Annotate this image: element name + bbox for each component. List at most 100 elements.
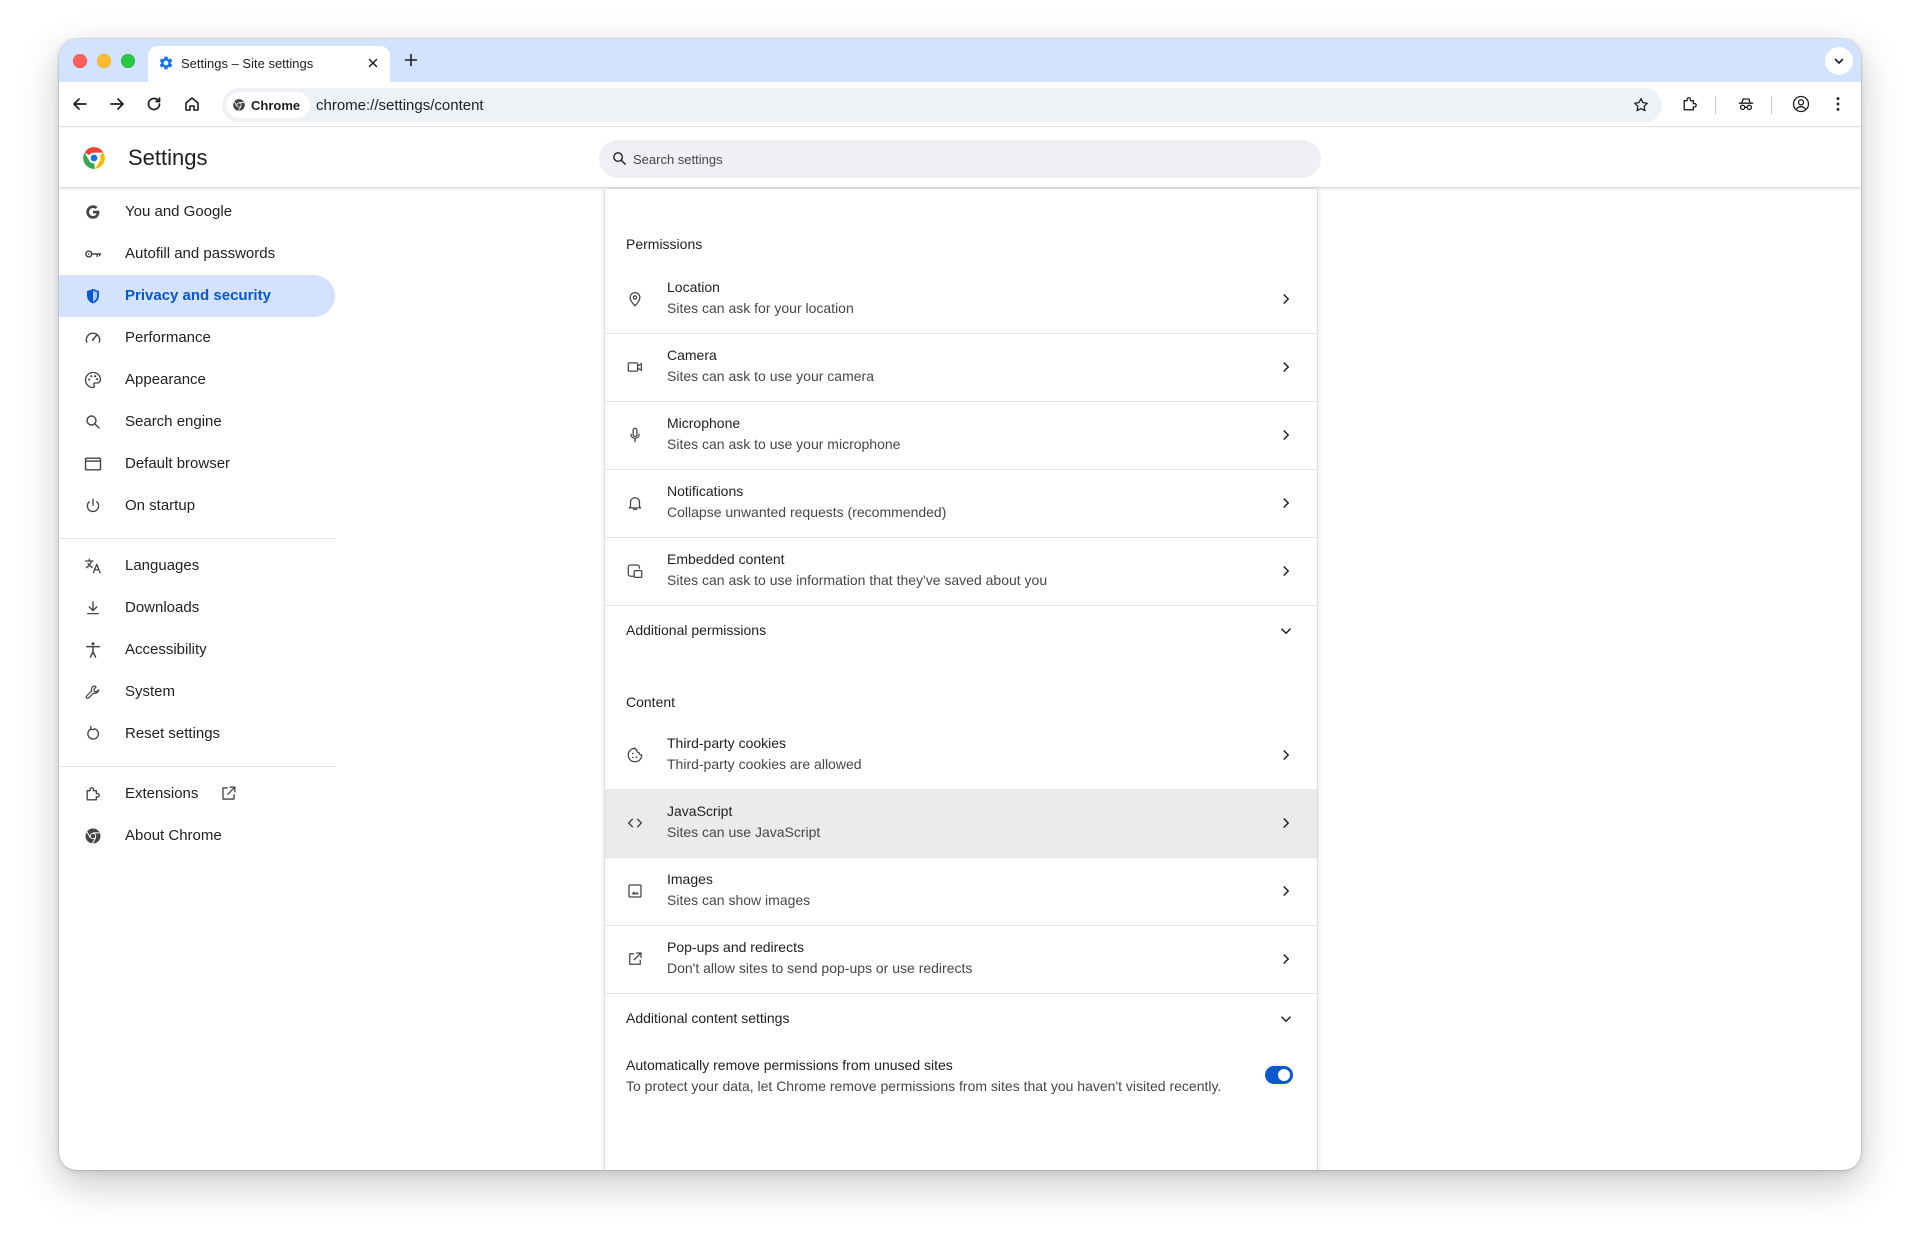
key-icon [83, 244, 103, 264]
row-microphone[interactable]: Microphone Sites can ask to use your mic… [605, 401, 1317, 469]
open-in-new-icon [625, 949, 645, 969]
sidebar-item-performance[interactable]: Performance [59, 317, 335, 359]
settings-header: Settings [59, 128, 1861, 188]
back-arrow-icon[interactable] [69, 93, 91, 115]
bell-icon [625, 493, 645, 513]
cookie-icon [625, 745, 645, 765]
sidebar-item-default-browser[interactable]: Default browser [59, 443, 335, 485]
row-location[interactable]: Location Sites can ask for your location [605, 265, 1317, 333]
row-title: Camera [667, 347, 717, 363]
sidebar-item-on-startup[interactable]: On startup [59, 485, 335, 527]
browser-window-icon [83, 454, 103, 474]
sidebar-item-label: You and Google [125, 203, 233, 220]
sidebar-item-label: Search engine [125, 413, 222, 430]
auto-remove-permissions-description: To protect your data, let Chrome remove … [626, 1078, 1222, 1094]
extensions-puzzle-icon[interactable] [1679, 93, 1701, 115]
toolbar-divider [1771, 96, 1772, 114]
sidebar-item-appearance[interactable]: Appearance [59, 359, 335, 401]
site-settings-card: Permissions Location Sites can ask for y… [605, 189, 1317, 1170]
camera-icon [625, 357, 645, 377]
search-icon [83, 412, 103, 432]
chrome-icon [83, 826, 103, 846]
sidebar-item-label: Appearance [125, 371, 206, 388]
code-icon [625, 813, 645, 833]
additional-permissions-expander[interactable]: Additional permissions [605, 605, 1317, 655]
sidebar-item-you-and-google[interactable]: You and Google [59, 191, 335, 233]
row-subtitle: Sites can show images [667, 892, 811, 908]
search-input[interactable] [633, 149, 1293, 169]
row-notifications[interactable]: Notifications Collapse unwanted requests… [605, 469, 1317, 537]
microphone-icon [625, 425, 645, 445]
sidebar-item-autofill[interactable]: Autofill and passwords [59, 233, 335, 275]
more-vert-icon[interactable] [1827, 93, 1849, 115]
download-icon [83, 598, 103, 618]
sidebar-item-languages[interactable]: Languages [59, 545, 335, 587]
tab-search-chevron-down-icon[interactable] [1825, 47, 1853, 75]
sidebar-item-extensions[interactable]: Extensions [59, 773, 335, 815]
reload-icon[interactable] [143, 93, 165, 115]
home-icon[interactable] [181, 93, 203, 115]
tab-close-icon[interactable] [366, 56, 380, 70]
site-chip-label: Chrome [251, 97, 301, 113]
sidebar-divider [59, 766, 336, 767]
url-text[interactable]: chrome://settings/content [316, 97, 484, 114]
window-close-button[interactable] [73, 54, 87, 68]
auto-remove-permissions-title: Automatically remove permissions from un… [626, 1057, 953, 1073]
row-subtitle: Don't allow sites to send pop-ups or use… [667, 960, 973, 976]
additional-content-settings-expander[interactable]: Additional content settings [605, 993, 1317, 1043]
accessibility-icon [83, 640, 103, 660]
browser-window: Settings – Site settings Chrome chrome:/… [59, 39, 1861, 1170]
image-icon [625, 881, 645, 901]
settings-gear-icon [158, 55, 174, 71]
sidebar-item-label: Autofill and passwords [125, 245, 276, 262]
sidebar-item-label: Default browser [125, 455, 231, 472]
sidebar-item-system[interactable]: System [59, 671, 335, 713]
row-popups-redirects[interactable]: Pop-ups and redirects Don't allow sites … [605, 925, 1317, 993]
row-javascript[interactable]: JavaScript Sites can use JavaScript [605, 789, 1317, 857]
bookmark-star-icon[interactable] [1632, 96, 1650, 114]
chevron-right-icon [1277, 746, 1295, 764]
sidebar-item-label: Accessibility [125, 641, 207, 658]
search-settings-field[interactable] [599, 140, 1321, 178]
chevron-down-icon [1277, 1010, 1295, 1028]
page-title: Settings [128, 145, 208, 170]
search-icon [611, 150, 628, 167]
window-zoom-button[interactable] [121, 54, 135, 68]
power-icon [83, 496, 103, 516]
row-embedded-content[interactable]: Embedded content Sites can ask to use in… [605, 537, 1317, 605]
row-camera[interactable]: Camera Sites can ask to use your camera [605, 333, 1317, 401]
tab-settings[interactable]: Settings – Site settings [148, 46, 390, 82]
site-info-chip[interactable]: Chrome [226, 92, 311, 118]
chevron-right-icon [1277, 494, 1295, 512]
sidebar-item-downloads[interactable]: Downloads [59, 587, 335, 629]
embedded-content-icon [625, 561, 645, 581]
sidebar-item-privacy[interactable]: Privacy and security [59, 275, 335, 317]
incognito-icon[interactable] [1735, 93, 1757, 115]
sidebar-divider [59, 538, 336, 539]
wrench-icon [83, 682, 103, 702]
window-minimize-button[interactable] [97, 54, 111, 68]
tab-strip: Settings – Site settings [59, 39, 1861, 82]
row-subtitle: Sites can ask to use information that th… [667, 572, 1048, 588]
browser-toolbar: Chrome chrome://settings/content [59, 82, 1861, 127]
new-tab-plus-icon[interactable] [403, 52, 419, 68]
sidebar-item-about-chrome[interactable]: About Chrome [59, 815, 335, 857]
sidebar-item-search-engine[interactable]: Search engine [59, 401, 335, 443]
chevron-right-icon [1277, 814, 1295, 832]
row-title: JavaScript [667, 803, 733, 819]
forward-arrow-icon[interactable] [106, 93, 128, 115]
sidebar-item-reset-settings[interactable]: Reset settings [59, 713, 335, 755]
expander-label: Additional permissions [626, 622, 767, 638]
row-third-party-cookies[interactable]: Third-party cookies Third-party cookies … [605, 721, 1317, 789]
row-images[interactable]: Images Sites can show images [605, 857, 1317, 925]
auto-remove-permissions-toggle[interactable] [1265, 1066, 1293, 1084]
sidebar-item-accessibility[interactable]: Accessibility [59, 629, 335, 671]
profile-avatar-icon[interactable] [1790, 93, 1812, 115]
chevron-right-icon [1277, 290, 1295, 308]
sidebar-item-label: Performance [125, 329, 211, 346]
row-subtitle: Sites can ask to use your microphone [667, 436, 901, 452]
address-bar[interactable]: Chrome chrome://settings/content [222, 88, 1662, 122]
section-title-permissions: Permissions [626, 236, 703, 252]
row-title: Pop-ups and redirects [667, 939, 804, 955]
sidebar-item-label: System [125, 683, 176, 700]
